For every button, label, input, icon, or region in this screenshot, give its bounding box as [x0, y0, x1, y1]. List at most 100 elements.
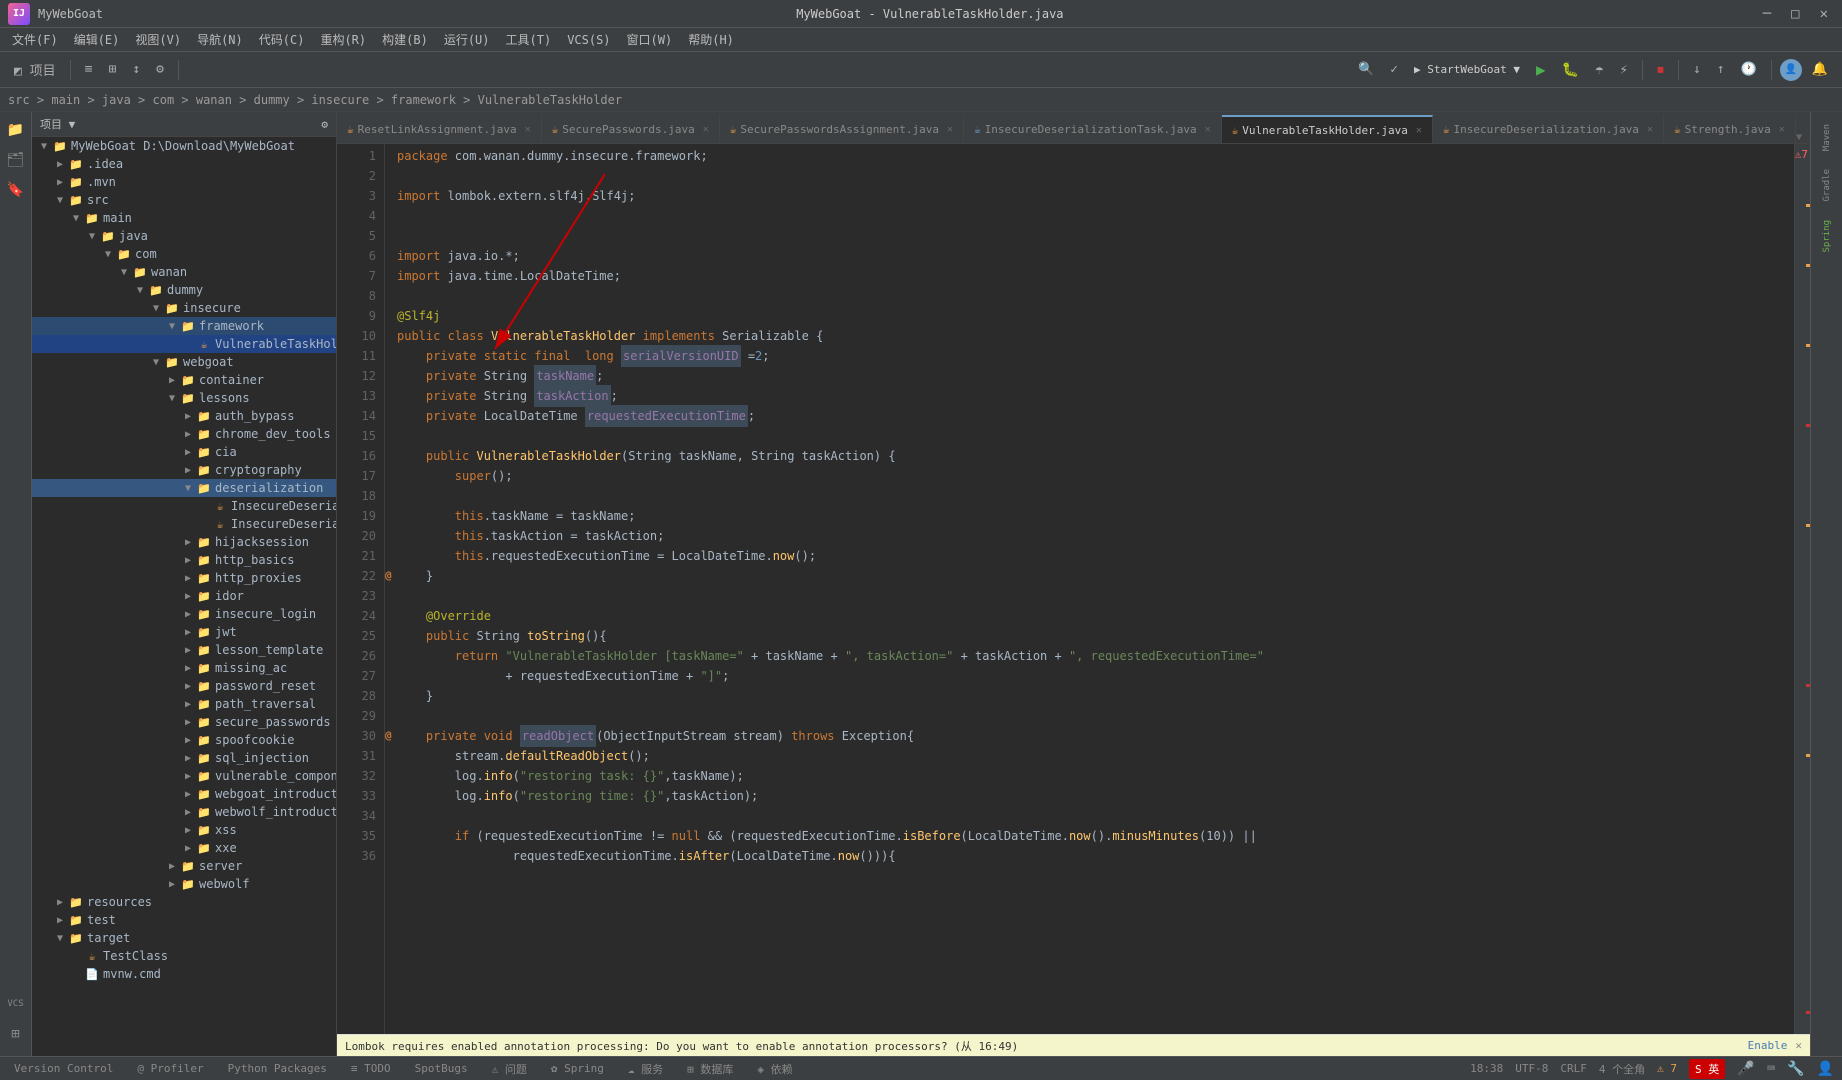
vcs-history[interactable]: 🕐	[1735, 59, 1763, 80]
tree-xss[interactable]: ▶ 📁 xss	[32, 821, 336, 839]
tree-webwolf[interactable]: ▶ 📁 webwolf	[32, 875, 336, 893]
tree-insecure-deser[interactable]: ▶ ☕ InsecureDeserialization	[32, 497, 336, 515]
coverage-button[interactable]: ☂	[1589, 59, 1609, 81]
tree-idea[interactable]: ▶ 📁 .idea	[32, 155, 336, 173]
menu-tools[interactable]: 工具(T)	[498, 29, 560, 50]
toolbar-icon-gear[interactable]: ⚙	[150, 59, 170, 80]
toolbar-icon-1[interactable]: ≡	[79, 59, 99, 80]
tree-container[interactable]: ▶ 📁 container	[32, 371, 336, 389]
toolbar-icon-2[interactable]: ⊞	[102, 59, 122, 80]
tree-insecure-login[interactable]: ▶ 📁 insecure_login	[32, 605, 336, 623]
tree-hijacksession[interactable]: ▶ 📁 hijacksession	[32, 533, 336, 551]
tab-strength-close[interactable]: ✕	[1779, 124, 1785, 135]
tab-more-button[interactable]: ▼	[1796, 132, 1802, 143]
database-tab[interactable]: ⊞ 数据库	[681, 1059, 739, 1079]
tree-vuln-components[interactable]: ▶ 📁 vulnerable_components	[32, 767, 336, 785]
tab-secure-pw-assign[interactable]: ☕ SecurePasswordsAssignment.java ✕	[720, 115, 964, 143]
user-icon[interactable]: 👤	[1780, 59, 1802, 81]
tree-resources[interactable]: ▶ 📁 resources	[32, 893, 336, 911]
tree-webgoat-intro[interactable]: ▶ 📁 webgoat_introduction	[32, 785, 336, 803]
project-panel-icon[interactable]: 📁	[2, 116, 30, 144]
tab-secure-passwords[interactable]: ☕ SecurePasswords.java ✕	[542, 115, 720, 143]
tree-xxe[interactable]: ▶ 📁 xxe	[32, 839, 336, 857]
menu-view[interactable]: 视图(V)	[127, 29, 189, 50]
tree-idor[interactable]: ▶ 📁 idor	[32, 587, 336, 605]
tree-password-reset[interactable]: ▶ 📁 password_reset	[32, 677, 336, 695]
menu-file[interactable]: 文件(F)	[4, 29, 66, 50]
maven-icon[interactable]: Maven	[1813, 116, 1841, 159]
tree-webwolf-intro[interactable]: ▶ 📁 webwolf_introduction	[32, 803, 336, 821]
version-control-tab[interactable]: Version Control	[8, 1060, 119, 1077]
menu-help[interactable]: 帮助(H)	[680, 29, 742, 50]
sidebar-actions[interactable]: ⚙	[321, 118, 328, 131]
menu-navigate[interactable]: 导航(N)	[189, 29, 251, 50]
menu-window[interactable]: 窗口(W)	[619, 29, 681, 50]
menu-vcs[interactable]: VCS(S)	[559, 31, 618, 49]
tree-vulnerable-task-holder[interactable]: ▶ ☕ VulnerableTaskHolder	[32, 335, 336, 353]
tree-deserialization[interactable]: ▼ 📁 deserialization	[32, 479, 336, 497]
maximize-button[interactable]: □	[1785, 4, 1805, 24]
tree-chrome-dev-tools[interactable]: ▶ 📁 chrome_dev_tools	[32, 425, 336, 443]
tree-lesson-template[interactable]: ▶ 📁 lesson_template	[32, 641, 336, 659]
vcs-update[interactable]: ↓	[1687, 59, 1707, 80]
profiler-tab[interactable]: @ Profiler	[131, 1060, 209, 1077]
tab-secure-passwords-close[interactable]: ✕	[703, 124, 709, 135]
tab-vtaskh-close[interactable]: ✕	[1416, 125, 1422, 136]
project-button[interactable]: ◩ 项目	[8, 57, 62, 82]
tree-jwt[interactable]: ▶ 📁 jwt	[32, 623, 336, 641]
run-button[interactable]: ▶	[1530, 57, 1552, 82]
tree-dummy[interactable]: ▼ 📁 dummy	[32, 281, 336, 299]
lombok-enable-button[interactable]: Enable	[1748, 1039, 1788, 1052]
code-editor[interactable]: package com.wanan.dummy.insecure.framewo…	[385, 144, 1794, 1034]
tree-root[interactable]: ▼ 📁 MyWebGoat D:\Download\MyWebGoat	[32, 137, 336, 155]
tab-insecure-deser-task-close[interactable]: ✕	[1205, 124, 1211, 135]
tab-strength[interactable]: ☕ Strength.java ✕	[1664, 115, 1796, 143]
tree-framework[interactable]: ▼ 📁 framework	[32, 317, 336, 335]
spring-panel-icon[interactable]: Spring	[1813, 212, 1841, 261]
tree-test[interactable]: ▶ 📁 test	[32, 911, 336, 929]
tree-webgoat[interactable]: ▼ 📁 webgoat	[32, 353, 336, 371]
services-tab[interactable]: ☁ 服务	[622, 1059, 669, 1079]
tab-insecure-deser-task[interactable]: ☕ InsecureDeserializationTask.java ✕	[964, 115, 1222, 143]
tree-com[interactable]: ▼ 📁 com	[32, 245, 336, 263]
tree-spoofcookie[interactable]: ▶ 📁 spoofcookie	[32, 731, 336, 749]
spring-tab[interactable]: ✿ Spring	[545, 1060, 610, 1077]
tree-main[interactable]: ▼ 📁 main	[32, 209, 336, 227]
tree-mvnw-cmd[interactable]: ▶ 📄 mvnw.cmd	[32, 965, 336, 983]
tree-missing-ac[interactable]: ▶ 📁 missing_ac	[32, 659, 336, 677]
python-packages-tab[interactable]: Python Packages	[222, 1060, 333, 1077]
menu-build[interactable]: 构建(B)	[374, 29, 436, 50]
notifications[interactable]: 🔔	[1806, 59, 1834, 80]
tree-wanan[interactable]: ▼ 📁 wanan	[32, 263, 336, 281]
ime-indicator[interactable]: S 英	[1689, 1059, 1725, 1079]
dependencies-tab[interactable]: ◈ 依赖	[751, 1059, 798, 1079]
tree-mvn[interactable]: ▶ 📁 .mvn	[32, 173, 336, 191]
tree-http-proxies[interactable]: ▶ 📁 http_proxies	[32, 569, 336, 587]
tree-src[interactable]: ▼ 📁 src	[32, 191, 336, 209]
tab-vulnerable-task-holder[interactable]: ☕ VulnerableTaskHolder.java ✕	[1222, 115, 1433, 143]
tree-sql-injection[interactable]: ▶ 📁 sql_injection	[32, 749, 336, 767]
tree-testclass[interactable]: ▶ ☕ TestClass	[32, 947, 336, 965]
lombok-dismiss-button[interactable]: ✕	[1795, 1039, 1802, 1052]
run-config[interactable]: ▶ StartWebGoat ▼	[1408, 60, 1526, 79]
profile-button[interactable]: ⚡	[1614, 59, 1634, 81]
tree-cryptography[interactable]: ▶ 📁 cryptography	[32, 461, 336, 479]
tab-insecure-deser-close[interactable]: ✕	[1647, 124, 1653, 135]
gradle-icon[interactable]: Gradle	[1813, 161, 1841, 210]
tab-reset-link-close[interactable]: ✕	[525, 124, 531, 135]
problems-tab[interactable]: ⚠ 问题	[486, 1059, 533, 1079]
vcs-push[interactable]: ↑	[1711, 59, 1731, 80]
menu-edit[interactable]: 编辑(E)	[66, 29, 128, 50]
tree-java[interactable]: ▼ 📁 java	[32, 227, 336, 245]
menu-code[interactable]: 代码(C)	[251, 29, 313, 50]
tab-reset-link[interactable]: ☕ ResetLinkAssignment.java ✕	[337, 115, 542, 143]
structure-icon[interactable]: 🗂	[2, 146, 30, 174]
minimize-button[interactable]: ─	[1757, 4, 1777, 24]
tab-secure-pw-assign-close[interactable]: ✕	[947, 124, 953, 135]
menu-refactor[interactable]: 重构(R)	[312, 29, 374, 50]
encoding-status[interactable]: UTF-8	[1515, 1062, 1548, 1075]
tree-http-basics[interactable]: ▶ 📁 http_basics	[32, 551, 336, 569]
tree-insecure[interactable]: ▼ 📁 insecure	[32, 299, 336, 317]
bookmark-icon[interactable]: 🔖	[2, 176, 30, 204]
todo-tab[interactable]: ≡ TODO	[345, 1060, 397, 1077]
